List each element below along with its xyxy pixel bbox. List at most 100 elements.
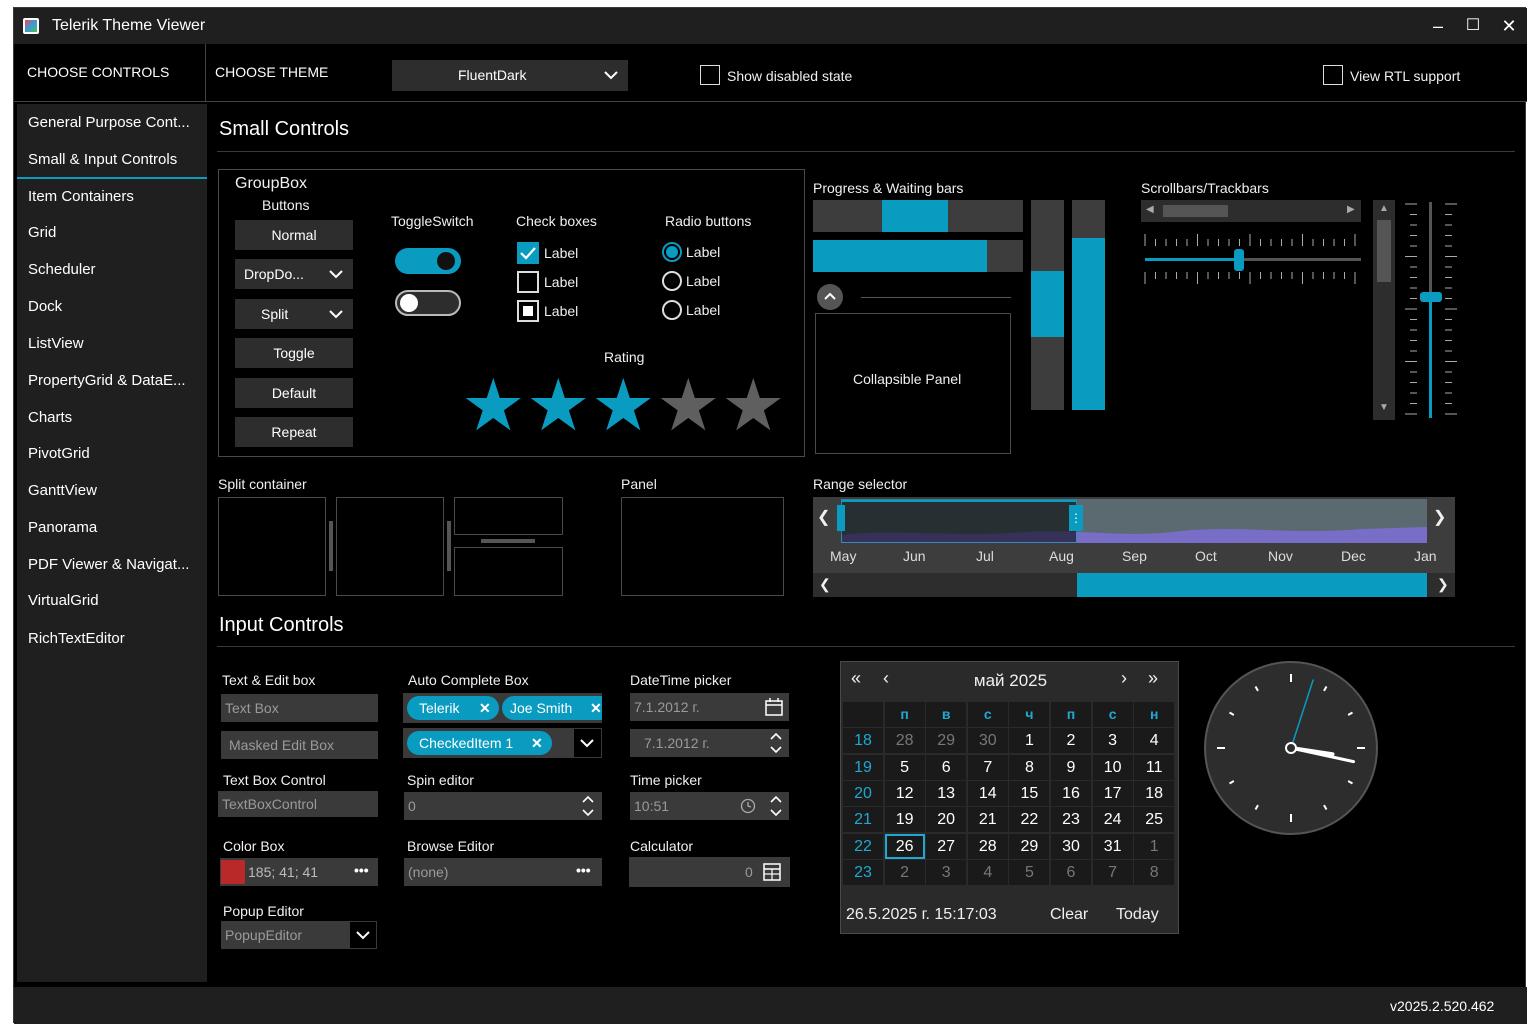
popup-editor[interactable]: PopupEditor (221, 921, 377, 949)
sidebar-item-small-input[interactable]: Small & Input Controls (28, 151, 177, 168)
range-selection[interactable] (841, 499, 1077, 543)
calendar-day[interactable]: 18 (1134, 780, 1175, 806)
checked-dropdown[interactable]: CheckedItem 1 ✕ (403, 728, 602, 758)
default-button[interactable]: Default (235, 378, 353, 408)
datetime-picker[interactable]: 7.1.2012 г. (630, 693, 789, 721)
scroll-left-icon[interactable]: ◀ (1146, 204, 1154, 215)
datetime-spin-picker[interactable]: 7.1.2012 г. (630, 729, 789, 757)
range-right-icon[interactable]: ❯ (1433, 507, 1446, 527)
calendar-fast-next-icon[interactable]: » (1148, 668, 1158, 689)
scroll-down-icon[interactable]: ▼ (1379, 402, 1389, 413)
radio-unselected[interactable] (662, 271, 682, 291)
calendar-day[interactable]: 27 (926, 833, 967, 859)
splitter-handle[interactable] (447, 521, 451, 571)
calendar-day[interactable]: 13 (926, 780, 967, 806)
calendar-day[interactable]: 5 (1009, 859, 1050, 885)
scrollbar-thumb[interactable] (1163, 205, 1228, 217)
calendar-day[interactable]: 28 (967, 833, 1008, 859)
spin-arrows-icon[interactable] (578, 792, 598, 820)
calendar-day[interactable]: 16 (1051, 780, 1091, 806)
checked-item-token[interactable]: CheckedItem 1 ✕ (407, 731, 552, 755)
calendar-day[interactable]: 6 (1051, 859, 1091, 885)
calendar-day[interactable]: 22 (1009, 807, 1050, 833)
splitter-handle[interactable] (481, 539, 535, 543)
calendar-day[interactable]: 30 (1051, 833, 1091, 859)
range-handle-left[interactable] (837, 505, 845, 531)
scrollbar-thumb[interactable] (1377, 220, 1391, 282)
maximize-button[interactable]: ☐ (1459, 14, 1487, 38)
calendar-day[interactable]: 8 (1134, 859, 1175, 885)
rating-star-icon[interactable]: ★ (461, 370, 526, 442)
calendar-day[interactable]: 29 (926, 728, 967, 754)
dropdown-button[interactable]: DropDo... (235, 259, 353, 289)
calendar-day[interactable]: 12 (884, 780, 925, 806)
calendar-day[interactable]: 5 (884, 754, 925, 780)
rating-control[interactable]: ★ ★ ★ ★ ★ (461, 370, 791, 442)
calendar-day[interactable]: 20 (926, 807, 967, 833)
sidebar-item-propertygrid[interactable]: PropertyGrid & DataE... (28, 372, 186, 389)
checkbox-unchecked[interactable] (517, 271, 539, 293)
spin-arrows-icon[interactable] (766, 792, 786, 820)
calendar-day[interactable]: 1 (1009, 728, 1050, 754)
horizontal-trackbar[interactable] (1143, 232, 1363, 286)
sidebar-item-pdf-viewer[interactable]: PDF Viewer & Navigat... (28, 556, 189, 573)
calendar-day[interactable]: 3 (926, 859, 967, 885)
text-box[interactable]: Text Box (221, 694, 378, 722)
sidebar-item-richtexteditor[interactable]: RichTextEditor (28, 630, 125, 647)
range-selector[interactable]: ❮ ⋮ ❯ May Jun Jul Aug Sep Oct Nov Dec Jan ❮ ❯ (813, 497, 1455, 597)
calendar-day[interactable]: 7 (1092, 859, 1133, 885)
autocomplete-token[interactable]: Telerik ✕ (407, 696, 499, 720)
vertical-scrollbar[interactable]: ▲ ▼ (1373, 200, 1395, 420)
sidebar-item-general-purpose[interactable]: General Purpose Cont... (28, 114, 190, 131)
calendar-day[interactable]: 15 (1009, 780, 1050, 806)
spin-arrows-icon[interactable] (766, 729, 786, 757)
autocomplete-box[interactable]: Telerik ✕ Joe Smith ✕ (403, 693, 602, 723)
rating-star-icon[interactable]: ★ (591, 370, 656, 442)
sidebar-item-pivotgrid[interactable]: PivotGrid (28, 445, 90, 462)
sidebar-item-item-containers[interactable]: Item Containers (28, 188, 134, 205)
token-remove-icon[interactable]: ✕ (479, 696, 491, 720)
checkbox-checked[interactable] (517, 242, 539, 264)
calendar-day[interactable]: 1 (1134, 833, 1175, 859)
calendar-day[interactable]: 21 (967, 807, 1008, 833)
calendar-icon[interactable] (764, 697, 784, 717)
view-rtl-checkbox[interactable] (1323, 65, 1343, 85)
masked-edit-box[interactable]: Masked Edit Box (221, 731, 378, 759)
calendar-day[interactable]: 17 (1092, 780, 1133, 806)
calendar-day[interactable]: 24 (1092, 807, 1133, 833)
sidebar-item-charts[interactable]: Charts (28, 409, 72, 426)
toggle-switch-off[interactable] (395, 290, 461, 316)
textbox-control[interactable]: TextBoxControl (218, 791, 378, 817)
show-disabled-checkbox[interactable] (700, 65, 720, 85)
popup-dropdown-button[interactable] (349, 921, 377, 949)
calendar-next-icon[interactable]: › (1121, 668, 1127, 689)
calendar-day[interactable]: 30 (967, 728, 1008, 754)
calendar-day[interactable]: 2 (1051, 728, 1091, 754)
repeat-button[interactable]: Repeat (235, 417, 353, 447)
calendar-clear-button[interactable]: Clear (1050, 906, 1088, 924)
rating-star-icon[interactable]: ★ (526, 370, 591, 442)
sidebar-item-panorama[interactable]: Panorama (28, 519, 97, 536)
normal-button[interactable]: Normal (235, 220, 353, 250)
calendar-day[interactable]: 28 (884, 728, 925, 754)
toggle-switch-on[interactable] (395, 248, 461, 274)
rating-star-icon[interactable]: ★ (656, 370, 721, 442)
split-button[interactable]: Split (235, 299, 353, 329)
calendar-day[interactable]: 10 (1092, 754, 1133, 780)
minimize-button[interactable]: ‒ (1424, 14, 1452, 38)
sidebar-item-scheduler[interactable]: Scheduler (28, 261, 96, 278)
calendar-day[interactable]: 7 (967, 754, 1008, 780)
sidebar-item-dock[interactable]: Dock (28, 298, 62, 315)
calendar-day[interactable]: 25 (1134, 807, 1175, 833)
time-picker[interactable]: 10:51 (630, 792, 789, 820)
calendar-day[interactable]: 26 (884, 833, 925, 859)
radio-unselected[interactable] (662, 300, 682, 320)
close-button[interactable]: ✕ (1495, 14, 1523, 38)
autocomplete-token[interactable]: Joe Smith ✕ (502, 696, 602, 720)
browse-icon[interactable]: ••• (576, 856, 591, 884)
calendar-day[interactable]: 29 (1009, 833, 1050, 859)
calendar-day[interactable]: 23 (1051, 807, 1091, 833)
calendar-day[interactable]: 4 (1134, 728, 1175, 754)
calendar-title[interactable]: май 2025 (841, 671, 1180, 691)
token-remove-icon[interactable]: ✕ (531, 731, 543, 755)
